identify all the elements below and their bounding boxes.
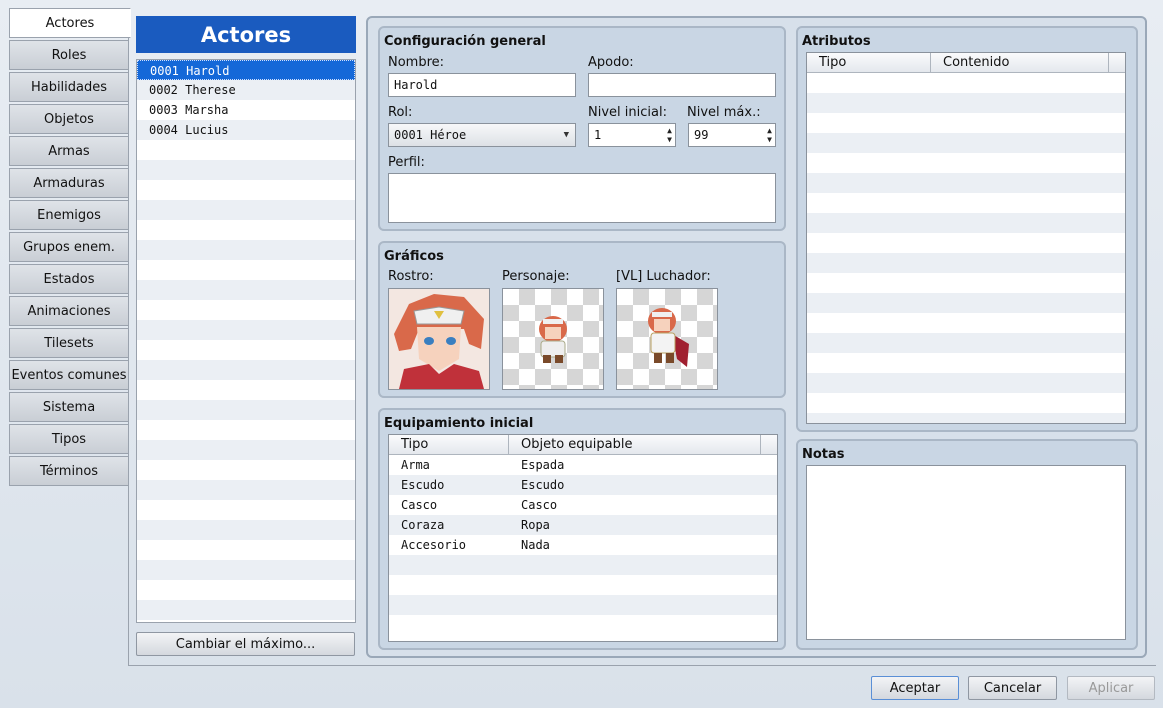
tab-actores[interactable]: Actores xyxy=(9,8,131,38)
tab-roles[interactable]: Roles xyxy=(9,40,129,70)
ok-button[interactable]: Aceptar xyxy=(871,676,959,700)
tab-tilesets[interactable]: Tilesets xyxy=(9,328,129,358)
tab-tipos[interactable]: Tipos xyxy=(9,424,129,454)
tab-grupos-enem[interactable]: Grupos enem. xyxy=(9,232,129,262)
apply-button[interactable]: Aplicar xyxy=(1067,676,1155,700)
tab-content-frame xyxy=(128,8,1156,666)
tab-enemigos[interactable]: Enemigos xyxy=(9,200,129,230)
tab-eventos-comunes[interactable]: Eventos comunes xyxy=(9,360,129,390)
tab-armaduras[interactable]: Armaduras xyxy=(9,168,129,198)
tab-habilidades[interactable]: Habilidades xyxy=(9,72,129,102)
database-tabs: Actores Roles Habilidades Objetos Armas … xyxy=(9,8,131,488)
tab-estados[interactable]: Estados xyxy=(9,264,129,294)
tab-animaciones[interactable]: Animaciones xyxy=(9,296,129,326)
tab-terminos[interactable]: Términos xyxy=(9,456,129,486)
tab-sistema[interactable]: Sistema xyxy=(9,392,129,422)
tab-armas[interactable]: Armas xyxy=(9,136,129,166)
cancel-button[interactable]: Cancelar xyxy=(968,676,1057,700)
tab-objetos[interactable]: Objetos xyxy=(9,104,129,134)
